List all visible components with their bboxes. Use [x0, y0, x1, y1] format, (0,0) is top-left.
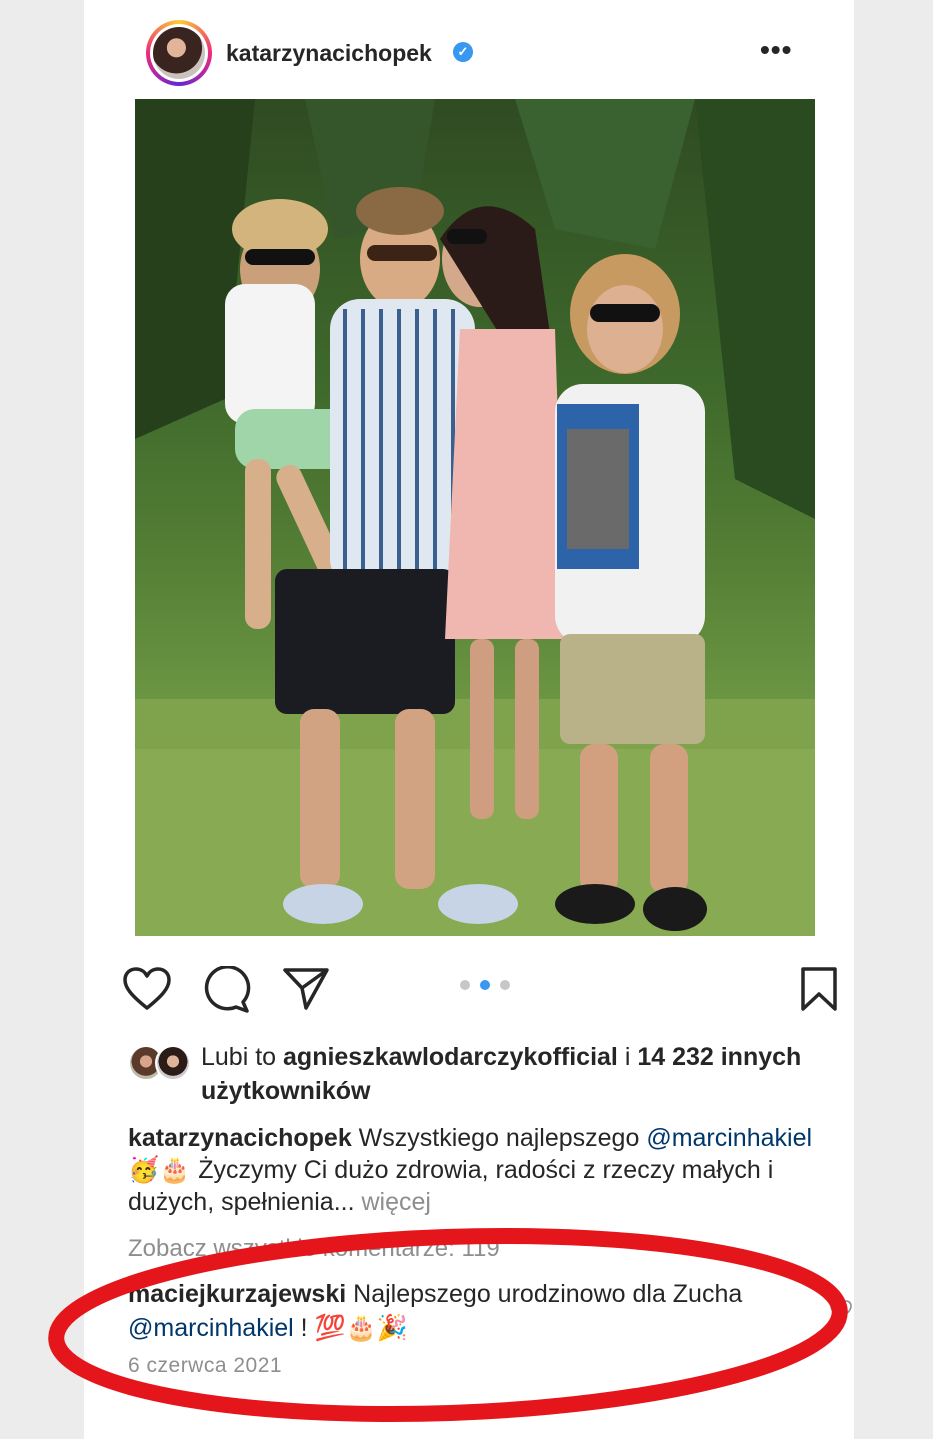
post-date: 6 czerwca 2021 — [128, 1354, 283, 1377]
profile-avatar[interactable] — [146, 20, 212, 86]
carousel-dot-active — [480, 980, 490, 990]
liker-username[interactable]: agnieszkawlodarczykofficial — [283, 1043, 618, 1071]
likes-summary[interactable]: Lubi to agnieszkawlodarczykofficial i 14… — [201, 1040, 821, 1108]
carousel-dot — [460, 980, 470, 990]
share-icon[interactable] — [282, 966, 330, 1012]
post-caption: katarzynacichopek Wszystkiego najlepszeg… — [128, 1124, 813, 1216]
liker-avatar[interactable] — [155, 1045, 191, 1081]
verified-badge-icon: ✓ — [453, 42, 473, 62]
photo-illustration — [135, 99, 815, 936]
comment-mention[interactable]: @marcinhakiel — [128, 1314, 294, 1342]
more-options-icon[interactable]: ••• — [760, 34, 792, 66]
bookmark-icon[interactable] — [799, 966, 839, 1012]
view-all-comments-link[interactable]: Zobacz wszystkie komentarze: 119 — [128, 1235, 500, 1263]
comment-like-heart-icon[interactable] — [830, 1300, 852, 1320]
caption-more-link[interactable]: więcej — [355, 1188, 430, 1216]
avatar-image — [153, 27, 205, 79]
caption-mention[interactable]: @marcinhakiel — [646, 1124, 812, 1152]
comment-icon[interactable] — [203, 966, 251, 1014]
post-photo[interactable] — [135, 99, 815, 936]
heart-icon[interactable] — [122, 966, 172, 1012]
comment-username[interactable]: maciejkurzajewski — [128, 1280, 346, 1308]
post-username[interactable]: katarzynacichopek — [226, 40, 432, 67]
comment: maciejkurzajewski Najlepszego urodzinowo… — [128, 1280, 743, 1342]
caption-username[interactable]: katarzynacichopek — [128, 1124, 352, 1152]
carousel-dot — [500, 980, 510, 990]
